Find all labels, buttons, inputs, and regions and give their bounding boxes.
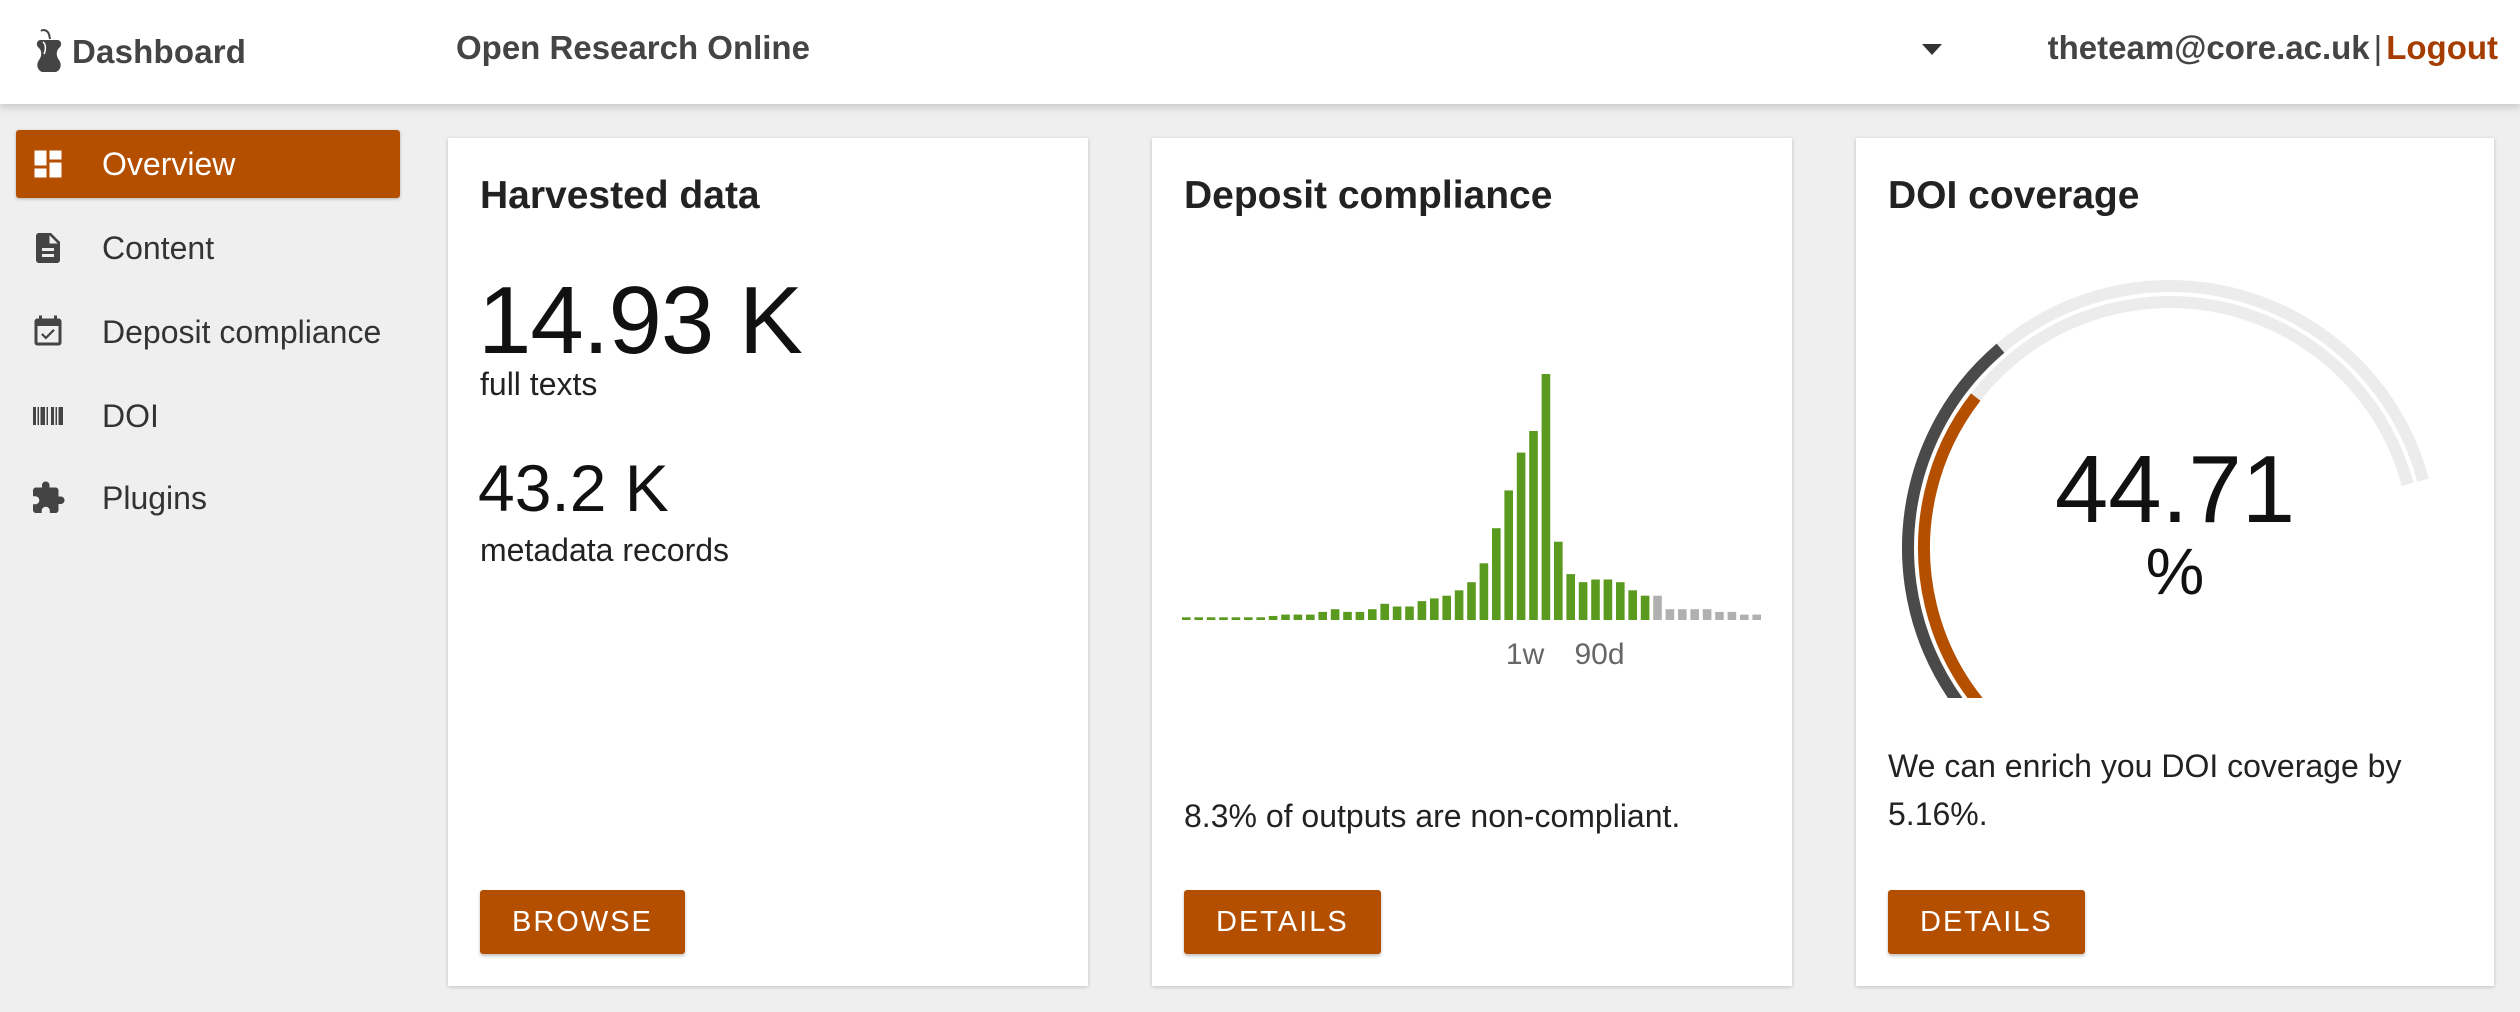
compliant-bar: [1206, 617, 1216, 620]
doi-coverage-unit: %: [2145, 534, 2205, 608]
noncompliant-bar: [1727, 611, 1737, 620]
compliant-bar: [1343, 611, 1352, 620]
chevron-down-icon[interactable]: [1922, 44, 1942, 55]
sidebar-item-label: Plugins: [102, 479, 207, 516]
noncompliant-bar: [1690, 609, 1699, 620]
puzzle-icon: [28, 478, 68, 518]
sidebar-item-label: Deposit compliance: [102, 313, 382, 350]
compliant-bar: [1591, 579, 1600, 620]
compliant-bar: [1405, 606, 1414, 620]
compliant-bar: [1628, 590, 1637, 620]
sidebar-item-doi[interactable]: DOI: [16, 382, 400, 450]
sidebar-item-content[interactable]: Content: [16, 214, 400, 282]
compliant-bar: [1578, 582, 1588, 620]
browse-button[interactable]: BROWSE: [480, 890, 685, 954]
noncompliant-bar: [1740, 614, 1749, 620]
doi-coverage-value: 44.71: [2054, 436, 2296, 543]
compliant-bar: [1603, 579, 1613, 620]
compliant-bar: [1355, 611, 1365, 620]
compliant-bar: [1244, 617, 1253, 620]
sidebar-item-label: Overview: [102, 145, 236, 182]
compliant-bar: [1306, 614, 1315, 620]
fulltexts-label: full texts: [480, 366, 598, 402]
compliant-bar: [1442, 595, 1451, 620]
noncompliant-bar: [1665, 609, 1675, 620]
harvested-data-card: Harvested data 14.93 K full texts 43.2 K…: [448, 138, 1088, 986]
sidebar-item-deposit-compliance[interactable]: Deposit compliance: [16, 298, 400, 366]
compliant-bar: [1417, 601, 1427, 620]
doi-coverage-card: DOI coverage 44.71 % We can enrich you D…: [1856, 138, 2494, 986]
fulltexts-count: 14.93 K: [478, 267, 803, 374]
calendar-check-icon: [28, 312, 68, 352]
compliant-bar: [1231, 617, 1241, 620]
compliant-bar: [1256, 617, 1265, 620]
sidebar-item-label: Content: [102, 229, 215, 266]
separator: |: [2373, 29, 2383, 66]
repository-name[interactable]: Open Research Online: [456, 29, 810, 67]
compliance-summary: 8.3% of outputs are non-compliant.: [1184, 798, 1681, 834]
logout-link[interactable]: Logout: [2386, 29, 2498, 66]
compliance-details-button[interactable]: DETAILS: [1184, 890, 1381, 954]
compliant-bar: [1380, 603, 1389, 620]
compliant-bar: [1194, 617, 1203, 620]
metadata-label: metadata records: [480, 532, 730, 568]
card-title: Harvested data: [480, 174, 760, 217]
compliant-bar: [1219, 617, 1228, 620]
compliant-bar: [1318, 611, 1327, 620]
deposit-compliance-card: Deposit compliance 1w 90d 8.3% of outputs…: [1152, 138, 1792, 986]
sidebar-item-label: DOI: [102, 397, 159, 434]
compliant-bar: [1293, 614, 1303, 620]
histogram-tick-label: 1w: [1506, 638, 1545, 671]
compliant-bar: [1368, 609, 1377, 620]
doi-enrich-text: We can enrich you DOI coverage by 5.16%.: [1888, 748, 2402, 832]
compliant-bar: [1479, 563, 1489, 620]
compliant-bar: [1467, 582, 1476, 620]
compliant-bar: [1554, 541, 1563, 620]
compliant-bar: [1516, 452, 1526, 620]
brand-title: Dashboard: [72, 33, 247, 70]
document-icon: [28, 228, 68, 268]
compliant-bar: [1492, 528, 1501, 620]
compliant-bar: [1268, 615, 1278, 620]
compliant-bar: [1504, 490, 1513, 620]
compliant-bar: [1281, 614, 1290, 620]
compliant-bar: [1541, 374, 1551, 620]
compliant-bar: [1330, 609, 1340, 620]
noncompliant-bar: [1752, 614, 1761, 620]
compliant-bar: [1529, 431, 1538, 620]
compliant-bar: [1640, 595, 1650, 620]
metadata-count: 43.2 K: [478, 451, 669, 525]
doi-details-button[interactable]: DETAILS: [1888, 890, 2085, 954]
histogram-tick-label: 90d: [1574, 638, 1624, 671]
brand-link[interactable]: Dashboard: [30, 22, 246, 82]
user-area: theteam@core.ac.uk | Logout: [2048, 29, 2498, 67]
compliant-bar: [1616, 582, 1625, 620]
compliant-bar: [1182, 617, 1191, 620]
card-title: Deposit compliance: [1184, 174, 1553, 217]
noncompliant-bar: [1678, 609, 1687, 620]
compliant-bar: [1454, 590, 1464, 620]
top-bar: Dashboard Open Research Online theteam@c…: [0, 0, 2520, 104]
apple-core-logo-icon: [36, 29, 62, 72]
sidebar-item-overview[interactable]: Overview: [16, 130, 400, 198]
barcode-icon: [28, 396, 68, 436]
noncompliant-bar: [1653, 595, 1662, 620]
noncompliant-bar: [1715, 611, 1724, 620]
card-title: DOI coverage: [1888, 174, 2140, 217]
compliant-bar: [1430, 598, 1439, 620]
user-email: theteam@core.ac.uk: [2047, 29, 2370, 66]
dashboard-icon: [28, 144, 68, 184]
sidebar: Overview Content Deposit compliance DOI …: [0, 104, 420, 1012]
sidebar-item-plugins[interactable]: Plugins: [16, 464, 400, 532]
compliant-bar: [1392, 606, 1402, 620]
compliant-bar: [1566, 574, 1575, 620]
compliance-histogram: 1w 90d: [1182, 374, 1761, 671]
noncompliant-bar: [1702, 609, 1712, 620]
